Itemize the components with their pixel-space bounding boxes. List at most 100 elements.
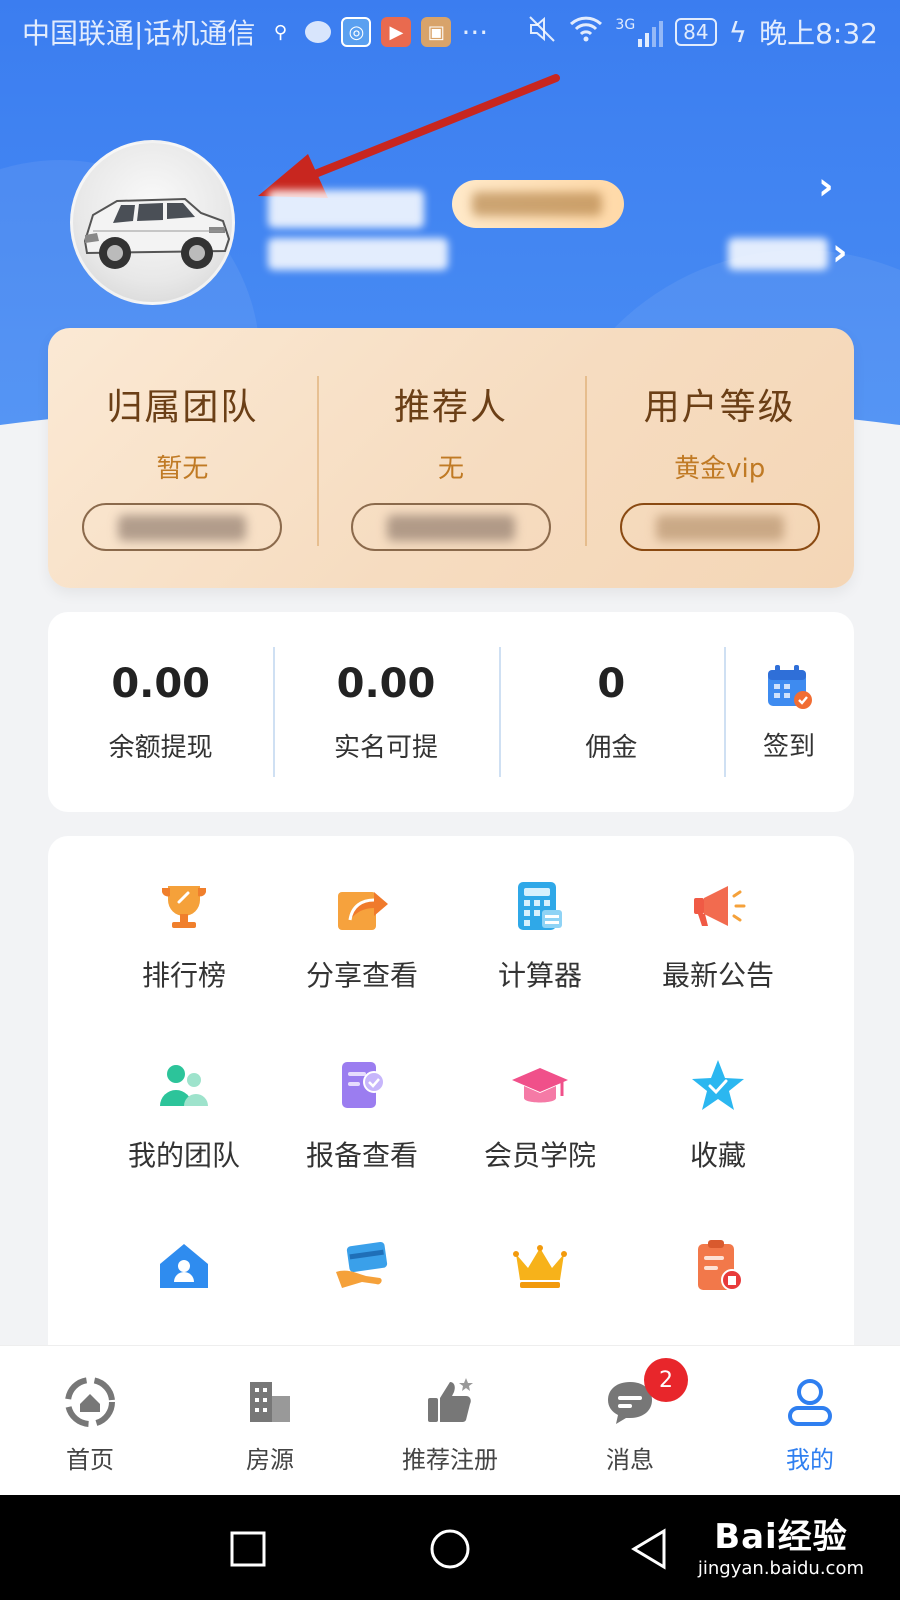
back-button[interactable] <box>628 1527 672 1571</box>
grid-label: 计算器 <box>497 959 582 992</box>
referrer-title: 推荐人 <box>394 387 509 428</box>
card-hand-icon <box>336 1241 388 1288</box>
status-bar: 中国联通|话机通信 ⚲ ◎ ▶ ▣ ··· 3G 84 ϟ 晚上8:32 <box>0 0 900 64</box>
unread-badge: 2 <box>644 1358 688 1402</box>
balance-value: 0.00 <box>111 660 211 707</box>
avatar[interactable] <box>70 140 235 305</box>
home-logo-icon <box>65 1377 115 1427</box>
membership-card: 归属团队 暂无 推荐人 无 用户等级 黄金vip <box>48 328 854 588</box>
referrer-action-button[interactable] <box>351 503 551 551</box>
grid-item-announcements[interactable]: 最新公告 <box>629 876 807 994</box>
tab-mine[interactable]: 我的 <box>720 1346 900 1495</box>
house-user-icon <box>160 1244 208 1288</box>
watermark-brand: Bai经验 <box>714 1517 848 1557</box>
crown-icon <box>513 1245 567 1288</box>
tab-recommend[interactable]: 推荐注册 <box>360 1346 540 1495</box>
bottom-tab-bar: 首页 房源 推荐注册 消息 2 我的 <box>0 1345 900 1495</box>
carrier-label: 中国联通|话机通信 <box>22 17 256 50</box>
team-action-button[interactable] <box>82 503 283 551</box>
commission-value: 0 <box>597 660 626 707</box>
grid-item-my-team[interactable]: 我的团队 <box>95 1056 273 1174</box>
feature-grid: 排行榜 分享查看 计算器 最新公告 我的团队 报备查看 会员学院 收藏 <box>48 876 854 1314</box>
user-tag-badge[interactable] <box>452 180 624 228</box>
network-type-label: 3G <box>615 17 636 33</box>
trophy-icon <box>162 886 206 928</box>
tab-messages[interactable]: 消息 2 <box>540 1346 720 1495</box>
video-app-icon: ▶ <box>381 17 412 47</box>
grid-item-report-view[interactable]: 报备查看 <box>273 1056 451 1174</box>
level-section: 用户等级 黄金vip <box>585 328 854 588</box>
watermark-url: jingyan.baidu.com <box>697 1558 864 1579</box>
balance-label: 余额提现 <box>108 732 213 763</box>
realname-stat[interactable]: 0.00 实名可提 <box>273 647 498 777</box>
team-icon <box>160 1065 208 1106</box>
browser-icon: ◎ <box>341 17 372 47</box>
grid-label: 报备查看 <box>305 1139 418 1172</box>
tab-label: 我的 <box>786 1446 834 1474</box>
team-value: 暂无 <box>156 454 209 484</box>
tab-home[interactable]: 首页 <box>0 1346 180 1495</box>
report-icon <box>342 1062 385 1108</box>
grid-item-clipboard[interactable] <box>629 1236 807 1314</box>
grid-item-house-user[interactable] <box>95 1236 273 1314</box>
calendar-check-icon <box>767 664 812 709</box>
level-title: 用户等级 <box>643 387 796 428</box>
grid-item-vip-crown[interactable] <box>451 1236 629 1314</box>
level-action-button[interactable] <box>619 503 820 551</box>
grid-item-share[interactable]: 分享查看 <box>273 876 451 994</box>
account-chevron-icon[interactable]: › <box>832 230 848 274</box>
grid-item-academy[interactable]: 会员学院 <box>451 1056 629 1174</box>
megaphone-icon <box>694 886 746 926</box>
grid-item-favorites[interactable]: 收藏 <box>629 1056 807 1174</box>
tab-label: 首页 <box>66 1446 114 1474</box>
calculator-icon <box>518 882 562 930</box>
car-photo <box>83 197 231 269</box>
tab-label: 房源 <box>246 1446 294 1474</box>
team-title: 归属团队 <box>106 387 259 428</box>
battery-indicator: 84 <box>675 18 717 46</box>
tab-listings[interactable]: 房源 <box>180 1346 360 1495</box>
wifi-icon <box>569 15 603 50</box>
realname-value: 0.00 <box>336 660 436 707</box>
tab-label: 消息 <box>606 1446 654 1474</box>
wallet-stats-card: 0.00 余额提现 0.00 实名可提 0 佣金 签到 <box>48 612 854 812</box>
building-icon <box>250 1382 290 1422</box>
level-value: 黄金vip <box>674 454 766 484</box>
grid-label: 排行榜 <box>141 959 226 992</box>
package-app-icon: ▣ <box>421 17 452 47</box>
grid-item-leaderboard[interactable]: 排行榜 <box>95 876 273 994</box>
usb-icon: ⚲ <box>273 21 288 43</box>
share-icon <box>338 892 388 930</box>
grid-label: 最新公告 <box>661 959 774 992</box>
grid-item-calculator[interactable]: 计算器 <box>451 876 629 994</box>
grid-label: 会员学院 <box>483 1139 596 1172</box>
user-icon <box>788 1379 832 1426</box>
grid-item-bank-card[interactable] <box>273 1236 451 1314</box>
team-section: 归属团队 暂无 <box>48 328 317 588</box>
recent-apps-button[interactable] <box>228 1529 268 1569</box>
signin-label: 签到 <box>762 731 815 762</box>
home-button[interactable] <box>428 1527 472 1571</box>
account-info-redacted <box>728 238 828 270</box>
mute-icon <box>527 14 557 51</box>
user-phone-redacted <box>268 238 448 270</box>
graduation-cap-icon <box>512 1068 568 1103</box>
referrer-section: 推荐人 无 <box>316 328 586 588</box>
grid-label: 收藏 <box>689 1139 746 1172</box>
thumbs-up-icon <box>428 1378 473 1422</box>
grid-label: 我的团队 <box>127 1139 240 1172</box>
balance-stat[interactable]: 0.00 余额提现 <box>48 647 273 777</box>
clipboard-icon <box>698 1240 743 1291</box>
commission-label: 佣金 <box>585 732 638 763</box>
more-notifications-icon: ··· <box>461 15 489 49</box>
star-icon <box>692 1060 744 1110</box>
commission-stat[interactable]: 0 佣金 <box>498 647 724 777</box>
baidu-jingyan-watermark: Bai经验 jingyan.baidu.com <box>698 1509 864 1579</box>
signin-button[interactable]: 签到 <box>723 647 854 777</box>
profile-chevron-icon[interactable]: › <box>818 164 834 208</box>
grid-label: 分享查看 <box>305 959 418 992</box>
referrer-value: 无 <box>438 454 465 484</box>
chat-icon <box>305 21 332 43</box>
tab-label: 推荐注册 <box>402 1446 498 1474</box>
signal-icon: 3G <box>615 17 664 47</box>
